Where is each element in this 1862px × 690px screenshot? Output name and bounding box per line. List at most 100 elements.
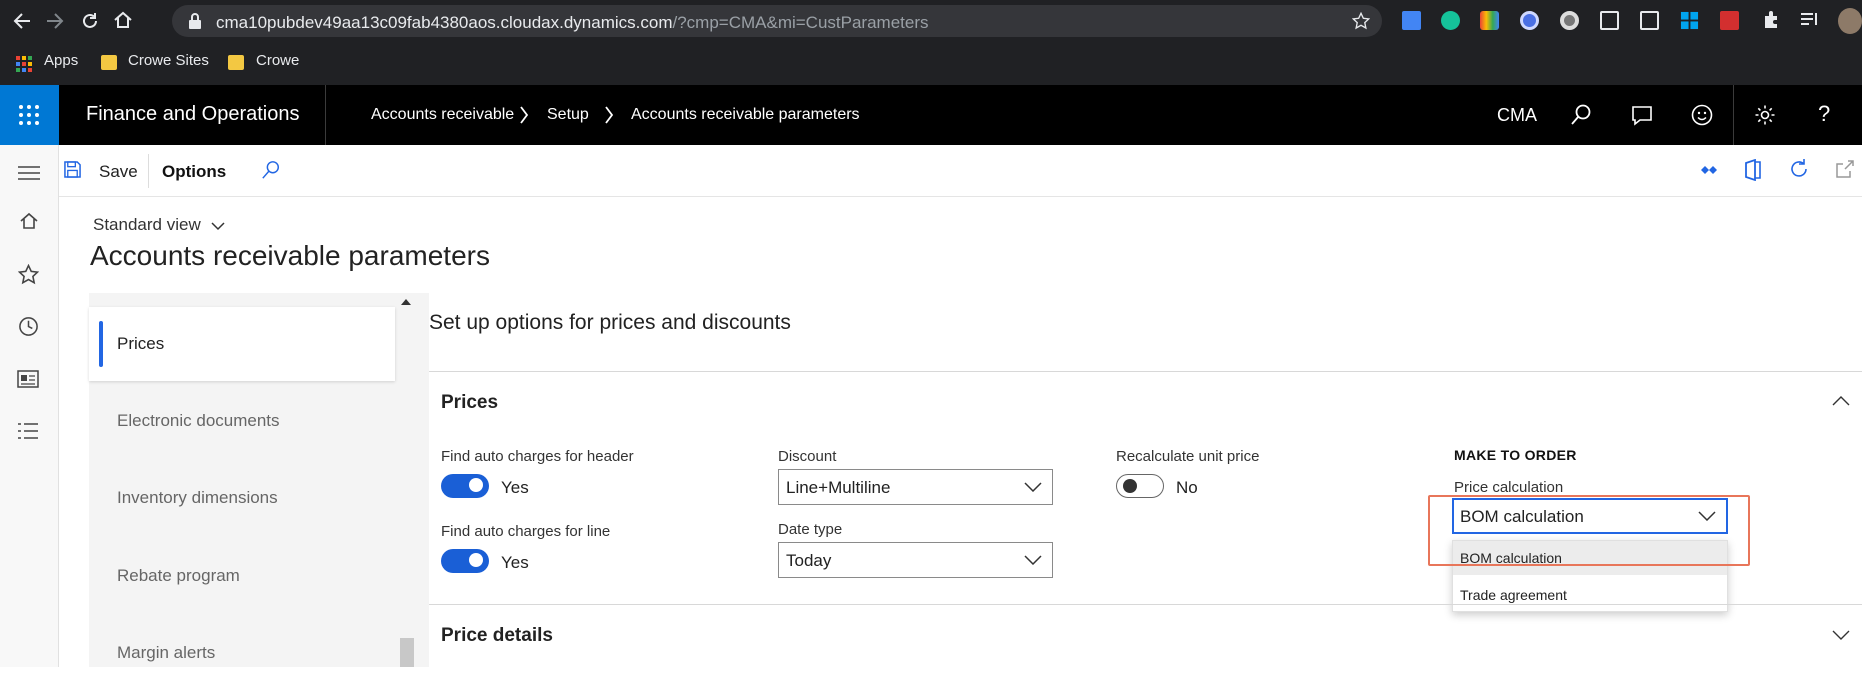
blue-circle-extension-icon[interactable] [1520,11,1539,30]
home-icon[interactable] [19,211,39,231]
toggle-value: No [1176,478,1198,497]
field-label: Price calculation [1454,479,1564,496]
tab-margin-alerts[interactable]: Margin alerts [89,616,395,690]
group-label-make-to-order: MAKE TO ORDER [1454,447,1577,463]
discount-select[interactable]: Line+Multiline [778,469,1053,505]
company-picker[interactable]: CMA [1497,105,1537,126]
breadcrumb-accounts-receivable[interactable]: Accounts receivable [371,106,514,124]
vertical-tabs: Prices Electronic documents Inventory di… [89,293,417,667]
tabs-scrollbar[interactable] [398,293,416,667]
bookmark-apps[interactable]: Apps [44,52,78,69]
breadcrumb-setup[interactable]: Setup [547,106,589,124]
refresh-icon[interactable] [1788,158,1810,180]
calendar-extension-icon[interactable] [1402,11,1421,30]
save-button[interactable]: Save [99,162,138,182]
favorites-star-icon[interactable] [18,264,39,285]
field-label: Date type [778,521,843,538]
toggle-knob [469,478,483,492]
bookmark-crowe[interactable]: Crowe [256,52,299,69]
reload-icon[interactable] [80,11,100,31]
reading-list-icon[interactable] [1800,11,1820,29]
recent-clock-icon[interactable] [18,316,39,337]
toggle-knob [1123,479,1137,493]
field-label: Discount [778,448,837,465]
auto-charges-line-toggle[interactable] [441,549,489,573]
fasttab-prices-header[interactable]: Prices [441,392,498,414]
search-icon[interactable] [261,160,281,180]
home-icon[interactable] [113,10,133,30]
help-icon[interactable]: ? [1818,101,1830,127]
grammarly-extension-icon[interactable] [1441,11,1460,30]
gear-icon[interactable] [1754,104,1776,126]
dropdown-option-trade-agreement[interactable]: Trade agreement [1453,578,1727,612]
action-pane: Save Options [59,145,1862,197]
chevron-down-icon[interactable] [1832,630,1850,640]
chevron-down-icon [1024,482,1042,492]
apps-grid-icon[interactable] [16,56,32,72]
profile-avatar[interactable] [1838,8,1862,34]
app-header: Finance and Operations Accounts receivab… [0,85,1862,145]
view-selector[interactable]: Standard view [93,215,225,235]
fasttab-price-details-header[interactable]: Price details [441,625,553,647]
pocket-extension-icon[interactable] [1600,11,1619,30]
address-bar[interactable]: cma10pubdev49aa13c09fab4380aos.cloudax.d… [172,5,1382,37]
bookmark-crowe-sites[interactable]: Crowe Sites [128,52,209,69]
tab-inventory-dimensions[interactable]: Inventory dimensions [89,461,395,535]
search-icon[interactable] [1570,104,1592,126]
divider [429,371,1862,372]
waffle-icon [18,104,40,126]
open-new-window-icon[interactable] [1835,159,1855,179]
auto-charges-header-toggle[interactable] [441,474,489,498]
folder-icon [101,55,117,70]
message-icon[interactable] [1631,105,1653,127]
scrollbar-thumb[interactable] [400,638,414,667]
header-divider [325,85,326,145]
extensions-puzzle-icon[interactable] [1761,10,1781,30]
save-icon [64,161,81,178]
chevron-down-icon [1024,555,1042,565]
hamburger-menu-icon[interactable] [18,165,40,181]
power-apps-icon[interactable] [1700,161,1718,179]
workspaces-icon[interactable] [17,370,39,388]
section-heading: Set up options for prices and discounts [429,311,791,334]
date-type-select[interactable]: Today [778,542,1053,578]
folder-icon [228,55,244,70]
field-label: Find auto charges for line [441,523,611,540]
tab-rebate-program[interactable]: Rebate program [89,539,395,613]
tab-electronic-documents[interactable]: Electronic documents [89,384,395,458]
chevron-right-icon [604,105,614,125]
left-navigation [0,145,59,667]
pdf-extension-icon[interactable] [1720,11,1739,30]
gray-circle-extension-icon[interactable] [1560,11,1579,30]
breadcrumb-current-page: Accounts receivable parameters [631,106,860,123]
toggle-knob [469,553,483,567]
url-text: cma10pubdev49aa13c09fab4380aos.cloudax.d… [216,13,929,32]
forward-icon[interactable] [46,12,64,30]
field-label: Find auto charges for header [441,448,634,465]
smiley-feedback-icon[interactable] [1691,104,1713,126]
modules-list-icon[interactable] [17,421,39,441]
toggle-value: Yes [501,478,529,497]
header-divider [1733,85,1734,145]
recalculate-unit-price-toggle[interactable] [1116,474,1164,498]
action-divider [148,154,149,188]
app-title[interactable]: Finance and Operations [86,103,299,126]
windows-extension-icon[interactable] [1680,11,1699,30]
field-label: Recalculate unit price [1116,448,1260,465]
bookmarks-bar: Apps Crowe Sites Crowe [0,42,1862,85]
divider [429,604,1862,605]
app-launcher-button[interactable] [0,85,59,145]
office-icon[interactable] [1744,159,1762,181]
back-icon[interactable] [13,12,31,30]
star-icon[interactable] [1352,12,1370,30]
lock-icon [188,13,202,29]
annotation-highlight-box [1428,495,1750,566]
options-tab[interactable]: Options [162,162,226,182]
chevron-right-icon [519,105,529,125]
tab-prices[interactable]: Prices [89,307,395,381]
colorful-extension-icon[interactable] [1480,11,1499,30]
terminal-extension-icon[interactable] [1640,11,1659,30]
chevron-up-icon[interactable] [1832,396,1850,406]
browser-toolbar: cma10pubdev49aa13c09fab4380aos.cloudax.d… [0,0,1862,42]
scroll-up-arrow-icon[interactable] [401,298,411,305]
